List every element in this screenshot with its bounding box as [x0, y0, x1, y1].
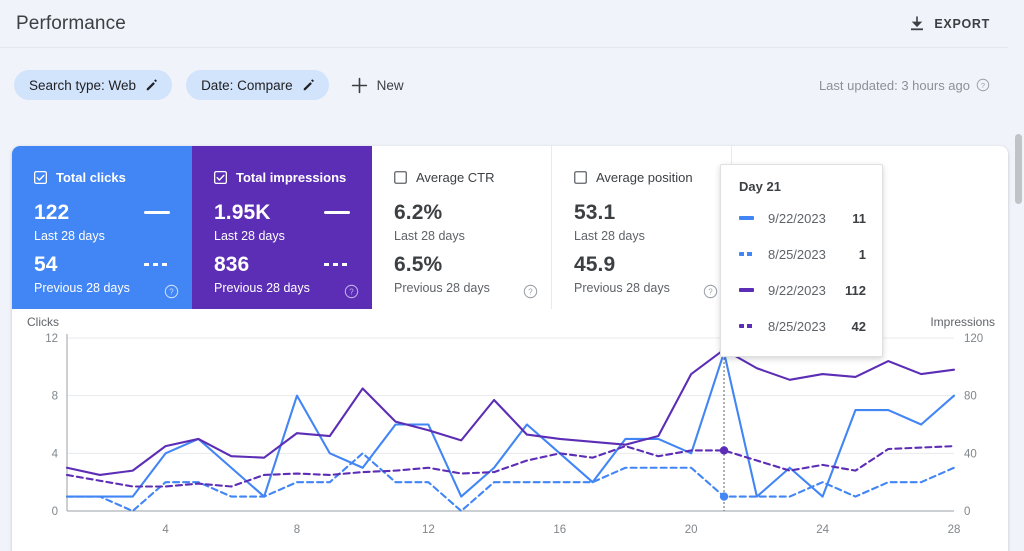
tooltip-row: 9/22/2023 11 [721, 200, 882, 236]
svg-text:80: 80 [964, 391, 977, 403]
metric-card-header: Average position [574, 170, 731, 185]
svg-text:28: 28 [948, 524, 961, 536]
metric-current-label: Last 28 days [574, 229, 645, 243]
help-circle-icon[interactable]: ? [344, 284, 359, 299]
svg-text:4: 4 [52, 448, 59, 460]
scrollbar-thumb[interactable] [1015, 134, 1022, 204]
tooltip-row-date: 8/25/2023 [768, 246, 826, 262]
metric-current-value: 6.2% [394, 201, 443, 224]
legend-dashed-line-icon [739, 324, 754, 328]
metric-current-label: Last 28 days [214, 229, 285, 243]
checkbox-checked-icon[interactable] [213, 170, 228, 185]
filter-bar: Search type: Web Date: Compare New Last … [0, 49, 1008, 121]
last-updated: Last updated: 3 hours ago ? [819, 78, 990, 93]
metric-previous-value: 6.5% [394, 253, 443, 276]
help-circle-icon[interactable]: ? [976, 78, 990, 92]
tooltip-row-value: 1 [858, 246, 866, 262]
add-new-filter-button[interactable]: New [351, 77, 404, 94]
svg-text:?: ? [528, 288, 533, 297]
metric-card-title: Average CTR [416, 170, 495, 185]
svg-text:?: ? [349, 288, 354, 297]
help-circle-icon[interactable]: ? [164, 284, 179, 299]
tooltip-row: 8/25/2023 1 [721, 236, 882, 272]
legend-solid-line-icon [739, 216, 754, 220]
page-header: Performance EXPORT [0, 0, 1008, 48]
metric-previous-value: 45.9 [574, 253, 616, 276]
tooltip-row-value: 11 [852, 210, 866, 226]
metric-card-header: Total clicks [33, 170, 192, 185]
svg-text:12: 12 [422, 524, 435, 536]
last-updated-label: Last updated: 3 hours ago [818, 77, 970, 93]
metric-current: 6.2% Last 28 days [394, 202, 551, 243]
new-filter-label: New [376, 77, 404, 93]
filter-chip-label: Search type: Web [29, 77, 137, 93]
chart-tooltip: Day 21 9/22/2023 11 8/25/2023 1 9/22/202… [720, 164, 883, 357]
export-button[interactable]: EXPORT [909, 15, 990, 32]
metric-current: 122 Last 28 days [34, 202, 192, 243]
metric-current-label: Last 28 days [394, 229, 465, 243]
svg-text:0: 0 [52, 506, 58, 518]
tooltip-row: 8/25/2023 42 [721, 308, 882, 344]
legend-dashed-line-icon [739, 252, 754, 256]
tooltip-title: Day 21 [739, 179, 781, 194]
svg-text:12: 12 [45, 333, 58, 345]
pencil-icon[interactable] [145, 78, 159, 92]
tooltip-row-date: 9/22/2023 [768, 210, 826, 226]
filter-chip-date[interactable]: Date: Compare [186, 70, 329, 100]
metric-current: 53.1 Last 28 days [574, 202, 731, 243]
performance-page: Performance EXPORT Search type: Web Date… [0, 0, 1024, 551]
plus-icon [351, 77, 368, 94]
svg-text:0: 0 [964, 506, 970, 518]
metric-current-label: Last 28 days [34, 229, 105, 243]
metric-current-value: 53.1 [574, 201, 616, 224]
checkbox-unchecked-icon[interactable] [574, 171, 587, 184]
filter-chip-label: Date: Compare [201, 77, 293, 93]
export-label: EXPORT [934, 16, 990, 31]
svg-text:120: 120 [964, 333, 983, 345]
legend-solid-line-icon [739, 288, 754, 292]
help-circle-icon[interactable]: ? [523, 284, 538, 299]
metric-card-total-impressions[interactable]: Total impressions 1.95K Last 28 days 836… [192, 146, 372, 309]
svg-text:40: 40 [964, 448, 977, 460]
svg-text:?: ? [708, 288, 713, 297]
metric-current: 1.95K Last 28 days [214, 202, 372, 243]
tooltip-row-date: 9/22/2023 [768, 282, 826, 298]
metric-card-title: Total impressions [236, 170, 347, 185]
tooltip-row-date: 8/25/2023 [768, 318, 826, 334]
metric-card-title: Average position [596, 170, 693, 185]
svg-text:?: ? [169, 288, 174, 297]
pencil-icon[interactable] [302, 78, 316, 92]
svg-text:16: 16 [553, 524, 566, 536]
svg-text:8: 8 [294, 524, 300, 536]
legend-solid-line-icon [144, 211, 170, 214]
metric-card-header: Average CTR [394, 170, 551, 185]
metric-card-average-position[interactable]: Average position 53.1 Last 28 days 45.9 … [552, 146, 732, 309]
tooltip-row: 9/22/2023 112 [721, 272, 882, 308]
tooltip-row-value: 112 [845, 282, 866, 298]
help-circle-icon[interactable]: ? [703, 284, 718, 299]
tooltip-row-value: 42 [851, 318, 866, 334]
checkbox-checked-icon[interactable] [33, 170, 48, 185]
svg-text:20: 20 [685, 524, 698, 536]
svg-text:8: 8 [52, 391, 58, 403]
svg-text:4: 4 [162, 524, 169, 536]
svg-text:?: ? [981, 81, 985, 90]
scrollbar-track[interactable] [1014, 130, 1024, 551]
metric-card-average-ctr[interactable]: Average CTR 6.2% Last 28 days 6.5% Previ… [372, 146, 552, 309]
filter-chip-search-type[interactable]: Search type: Web [14, 70, 173, 100]
metric-card-total-clicks[interactable]: Total clicks 122 Last 28 days 54 Previou… [12, 146, 192, 309]
download-icon [909, 15, 925, 32]
checkbox-unchecked-icon[interactable] [394, 171, 407, 184]
svg-text:24: 24 [816, 524, 829, 536]
legend-dashed-line-icon [324, 263, 350, 266]
metric-card-header: Total impressions [213, 170, 372, 185]
metric-card-title: Total clicks [56, 170, 126, 185]
legend-solid-line-icon [324, 211, 350, 214]
page-title: Performance [16, 12, 126, 34]
legend-dashed-line-icon [144, 263, 170, 266]
